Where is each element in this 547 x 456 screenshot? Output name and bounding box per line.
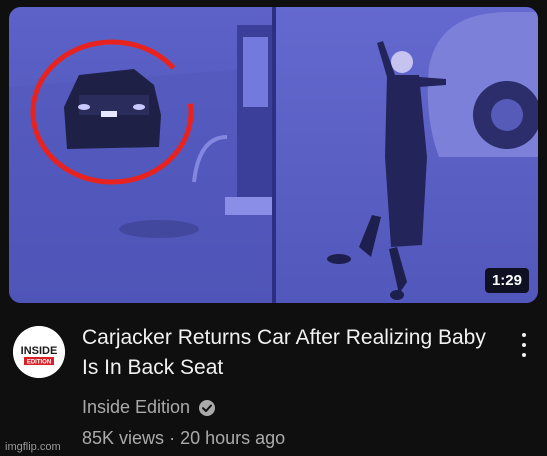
view-count: 85K views — [82, 428, 165, 448]
kebab-menu-icon[interactable] — [514, 330, 534, 360]
upload-age: 20 hours ago — [180, 428, 286, 448]
stats-separator: · — [169, 428, 176, 448]
menu-dot — [522, 343, 526, 347]
video-title[interactable]: Carjacker Returns Car After Realizing Ba… — [82, 323, 502, 383]
watermark: imgflip.com — [5, 441, 61, 453]
video-stats: 85K views · 20 hours ago — [82, 428, 285, 449]
thumbnail-image — [9, 7, 538, 303]
channel-row[interactable]: Inside Edition — [82, 397, 216, 418]
svg-text:INSIDE: INSIDE — [21, 345, 58, 357]
menu-dot — [522, 333, 526, 337]
menu-dot — [522, 353, 526, 357]
channel-avatar[interactable]: INSIDE EDITION — [13, 326, 65, 378]
video-thumbnail[interactable]: 1:29 — [9, 7, 538, 303]
video-meta: INSIDE EDITION Carjacker Returns Car Aft… — [0, 316, 547, 456]
duration-badge: 1:29 — [484, 268, 529, 293]
inside-edition-logo: INSIDE EDITION — [13, 326, 65, 378]
svg-text:EDITION: EDITION — [27, 360, 51, 366]
channel-name[interactable]: Inside Edition — [82, 397, 190, 418]
video-card[interactable]: 1:29 INSIDE EDITION Carjacker Returns Ca… — [0, 0, 547, 456]
verified-check-icon — [199, 399, 216, 416]
